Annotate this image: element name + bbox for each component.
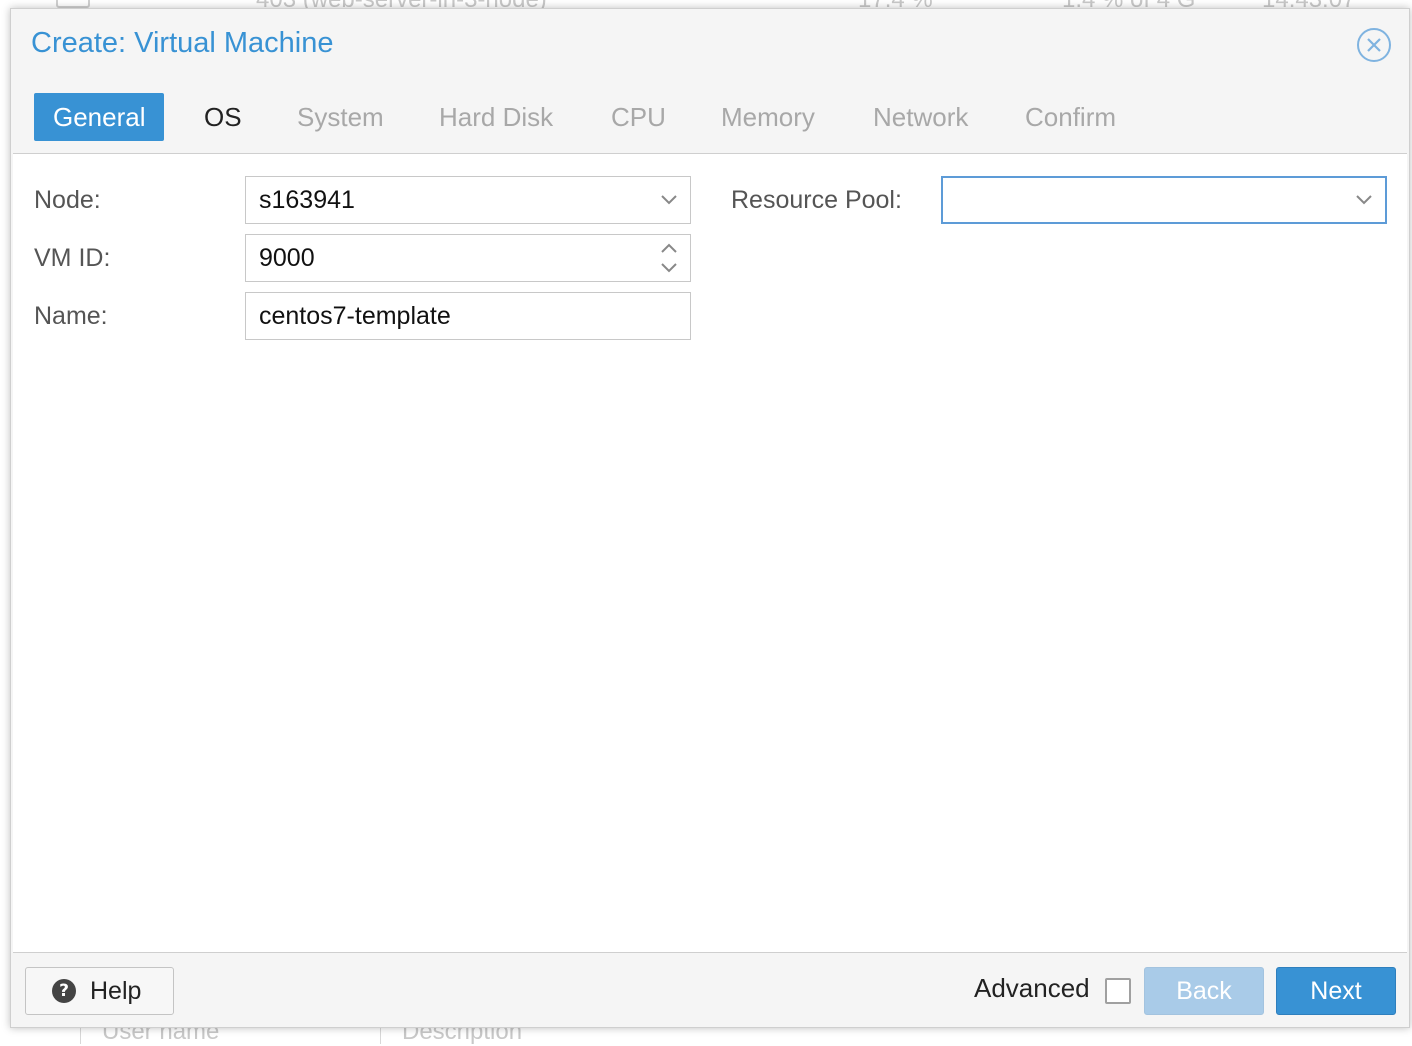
tab-general[interactable]: General [34,93,164,141]
name-value: centos7-template [259,302,451,330]
create-vm-dialog: Create: Virtual Machine General OS Syste… [10,8,1410,1028]
close-icon [1367,38,1381,52]
tab-os[interactable]: OS [185,93,261,141]
background-column-separator [80,1028,81,1044]
advanced-checkbox[interactable] [1105,978,1131,1004]
general-panel: Node: s163941 VM ID: 9000 Name: centos7-… [13,153,1407,953]
node-value: s163941 [259,186,355,214]
question-circle-icon: ? [52,979,76,1003]
tab-memory[interactable]: Memory [702,93,834,141]
name-input[interactable]: centos7-template [245,292,691,340]
resource-pool-select[interactable] [941,176,1387,224]
vmid-value: 9000 [259,244,315,272]
help-button[interactable]: ? Help [25,967,174,1015]
close-button[interactable] [1357,28,1391,62]
resource-pool-label: Resource Pool: [731,186,902,214]
tab-system[interactable]: System [278,93,403,141]
tab-confirm[interactable]: Confirm [1006,93,1135,141]
background-row-checkbox [56,0,90,8]
tab-network[interactable]: Network [854,93,987,141]
tab-hard-disk[interactable]: Hard Disk [420,93,572,141]
dialog-footer: ? Help Advanced Back Next [11,953,1409,1027]
vmid-spinner[interactable]: 9000 [245,234,691,282]
tab-cpu[interactable]: CPU [592,93,685,141]
spinner-arrows-icon[interactable] [660,235,678,281]
name-label: Name: [34,302,108,330]
node-label: Node: [34,186,101,214]
background-column-separator [380,1028,381,1044]
vmid-label: VM ID: [34,244,111,272]
node-select[interactable]: s163941 [245,176,691,224]
back-button[interactable]: Back [1144,967,1264,1015]
advanced-label: Advanced [974,973,1090,1003]
chevron-down-icon[interactable] [660,177,678,223]
help-label: Help [90,976,142,1005]
chevron-down-icon[interactable] [1355,178,1373,222]
dialog-title: Create: Virtual Machine [31,27,334,59]
next-button[interactable]: Next [1276,967,1396,1015]
